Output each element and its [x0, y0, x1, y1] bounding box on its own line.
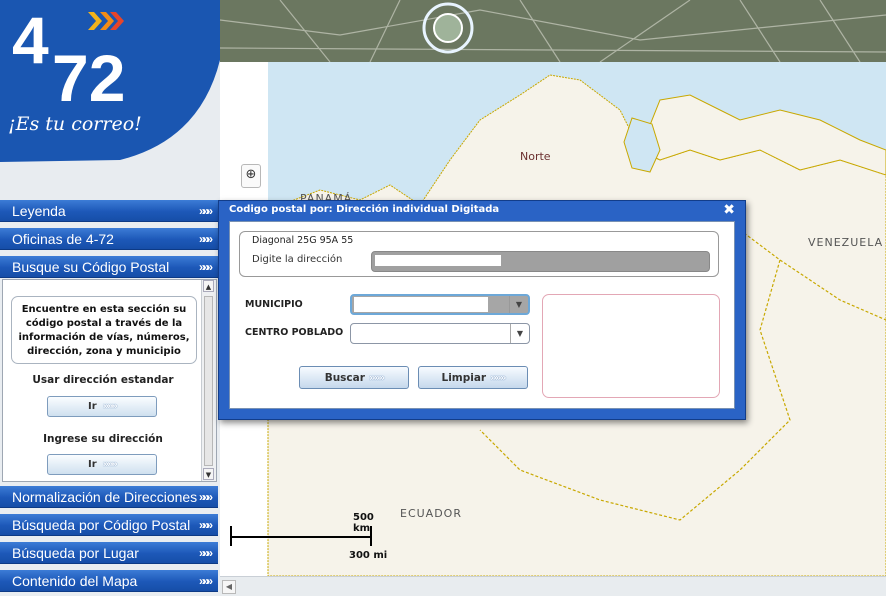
ir-enter-button[interactable]: Ir »»»: [47, 454, 157, 475]
scroll-up-icon[interactable]: ▲: [203, 280, 214, 292]
municipio-label: MUNICIPIO: [245, 299, 303, 310]
ir-enter-button-label: Ir: [87, 459, 97, 470]
nav-leyenda-label: Leyenda: [12, 203, 66, 219]
chevron-right-icon: »»»: [198, 490, 213, 504]
nav-leyenda[interactable]: Leyenda »»»: [0, 200, 218, 222]
map-label-venezuela: VENEZUELA: [808, 236, 884, 249]
search-panel-scrollbar[interactable]: ▲ ▼: [201, 280, 216, 481]
nav-oficinas-label: Oficinas de 4-72: [12, 231, 114, 247]
logo-slogan: ¡Es tu correo!: [8, 113, 142, 135]
scale-tick-left: [230, 526, 232, 546]
logo-digit-72: 72: [52, 41, 126, 115]
zoom-in-icon[interactable]: ⊕: [241, 164, 261, 188]
address-preview: Diagonal 25G 95A 55: [252, 235, 354, 246]
scroll-down-icon[interactable]: ▼: [203, 468, 214, 480]
standard-address-label: Usar dirección estandar: [32, 374, 174, 386]
chevron-down-icon[interactable]: ▼: [510, 324, 529, 343]
close-icon[interactable]: ✖: [723, 202, 735, 218]
satellite-roundabout-inner: [433, 13, 463, 43]
search-info-text: Encuentre en esta sección su código post…: [11, 296, 197, 364]
ir-standard-button-label: Ir: [87, 401, 97, 412]
left-panel: 4 72 ¡Es tu correo! Leyenda »»» Oficinas…: [0, 0, 220, 596]
nav-busqueda-lugar[interactable]: Búsqueda por Lugar »»»: [0, 542, 218, 564]
nav-oficinas[interactable]: Oficinas de 4-72 »»»: [0, 228, 218, 250]
address-input[interactable]: [371, 251, 710, 272]
ir-standard-button[interactable]: Ir »»»: [47, 396, 157, 417]
address-label: Digite la dirección: [252, 254, 343, 265]
centro-poblado-select[interactable]: ▼: [350, 323, 530, 344]
nav-busqueda-codigo-label: Búsqueda por Código Postal: [12, 517, 191, 533]
scale-tick-km: [370, 526, 372, 538]
dialog-title: Codigo postal por: Dirección individual …: [229, 204, 500, 215]
buscar-button[interactable]: Buscar»»»: [299, 366, 409, 389]
nav-busque-label: Busque su Código Postal: [12, 259, 170, 275]
chevron-down-icon[interactable]: ▼: [509, 296, 528, 313]
chevron-right-icon: »»»: [198, 546, 213, 560]
chevron-right-icon: »»»: [198, 204, 213, 218]
map-label-norte: Norte: [520, 150, 551, 163]
scale-tick-mi: [370, 538, 372, 546]
scale-mi-label: 300 mi: [349, 550, 388, 561]
centro-poblado-label: CENTRO POBLADO: [245, 327, 344, 338]
postal-code-dialog: Codigo postal por: Dirección individual …: [218, 200, 746, 420]
scroll-left-icon[interactable]: ◀: [222, 580, 236, 594]
nav-normalizacion-label: Normalización de Direcciones: [12, 489, 198, 505]
scale-line: [230, 536, 370, 538]
nav-normalizacion[interactable]: Normalización de Direcciones »»»: [0, 486, 218, 508]
nav-contenido-mapa[interactable]: Contenido del Mapa »»»: [0, 570, 218, 592]
enter-address-label: Ingrese su dirección: [43, 433, 163, 445]
brand-logo: 4 72 ¡Es tu correo!: [0, 0, 220, 200]
nav-contenido-label: Contenido del Mapa: [12, 573, 138, 589]
chevron-right-icon: »»»: [102, 459, 118, 470]
map-horizontal-scrollbar[interactable]: ◀: [220, 576, 886, 596]
scroll-thumb[interactable]: [204, 296, 213, 466]
chevron-right-icon: »»»: [490, 372, 506, 384]
logo-digit-4: 4: [12, 3, 49, 77]
chevron-right-icon: »»»: [198, 574, 213, 588]
nav-busque-codigo-postal[interactable]: Busque su Código Postal »»»: [0, 256, 218, 278]
map-label-ecuador: ECUADOR: [400, 507, 462, 520]
chevron-right-icon: »»»: [102, 401, 118, 412]
search-panel: Encuentre en esta sección su código post…: [2, 279, 217, 482]
nav-busqueda-codigo[interactable]: Búsqueda por Código Postal »»»: [0, 514, 218, 536]
address-group: Diagonal 25G 95A 55 Digite la dirección: [239, 231, 719, 277]
nav-busqueda-lugar-label: Búsqueda por Lugar: [12, 545, 139, 561]
buscar-button-label: Buscar: [324, 372, 365, 384]
chevron-right-icon: »»»: [198, 232, 213, 246]
chevron-right-icon: »»»: [198, 260, 213, 274]
result-box: [542, 294, 720, 398]
dialog-body: Diagonal 25G 95A 55 Digite la dirección …: [229, 221, 735, 409]
chevron-right-icon: »»»: [198, 518, 213, 532]
limpiar-button-label: Limpiar: [441, 372, 487, 384]
municipio-select[interactable]: ▼: [350, 294, 530, 315]
limpiar-button[interactable]: Limpiar»»»: [418, 366, 528, 389]
chevron-right-icon: »»»: [368, 372, 385, 384]
satellite-strip: [220, 0, 886, 62]
scale-bar: 500 km 300 mi: [228, 512, 388, 562]
